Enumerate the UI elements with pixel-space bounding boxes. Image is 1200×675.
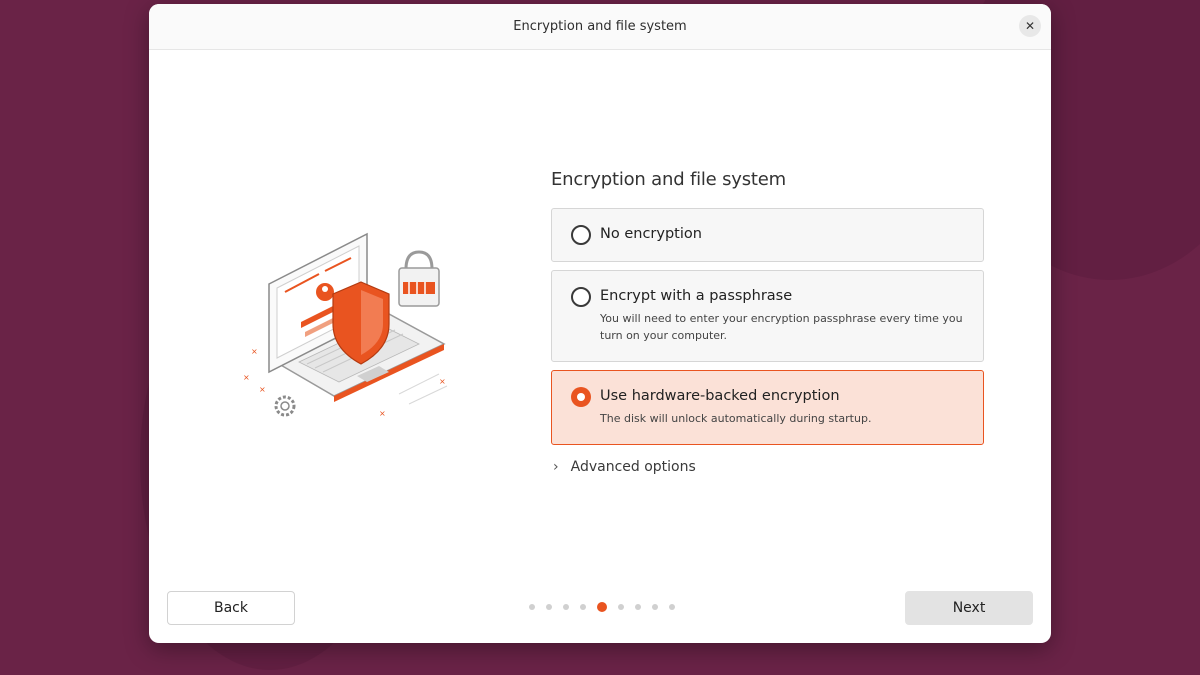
progress-dot [529, 604, 535, 610]
back-button[interactable]: Back [167, 591, 295, 625]
page-heading: Encryption and file system [551, 169, 786, 190]
radio-button[interactable] [571, 287, 591, 307]
progress-dot [635, 604, 641, 610]
option-label: Encrypt with a passphrase [600, 288, 793, 304]
option-label: No encryption [600, 226, 702, 242]
svg-text:×: × [439, 377, 446, 386]
progress-indicator [529, 602, 675, 612]
window-title: Encryption and file system [513, 19, 687, 34]
progress-dot-current [597, 602, 607, 612]
close-button[interactable]: ✕ [1019, 15, 1041, 37]
progress-dot [618, 604, 624, 610]
svg-text:×: × [243, 373, 250, 382]
advanced-options-expander[interactable]: › Advanced options [553, 459, 984, 475]
option-no-encryption[interactable]: No encryption [551, 208, 984, 262]
option-label: Use hardware-backed encryption [600, 388, 840, 404]
progress-dot [563, 604, 569, 610]
encryption-illustration: × × × × × [243, 232, 448, 418]
svg-text:×: × [259, 385, 266, 394]
titlebar: Encryption and file system ✕ [149, 4, 1051, 50]
close-icon: ✕ [1024, 19, 1036, 33]
option-description: You will need to enter your encryption p… [600, 312, 963, 342]
advanced-options-label: Advanced options [570, 459, 696, 475]
option-hardware-backed-encryption[interactable]: Use hardware-backed encryption The disk … [551, 370, 984, 445]
svg-text:×: × [379, 409, 386, 418]
progress-dot [652, 604, 658, 610]
chevron-right-icon: › [553, 459, 559, 475]
progress-dot [669, 604, 675, 610]
next-button[interactable]: Next [905, 591, 1033, 625]
encryption-options-panel: Encryption and file system No encryption… [551, 169, 984, 475]
progress-dot [546, 604, 552, 610]
installer-window: Encryption and file system ✕ × × × × × E… [149, 4, 1051, 643]
option-description: The disk will unlock automatically durin… [600, 412, 872, 425]
progress-dot [580, 604, 586, 610]
option-encrypt-passphrase[interactable]: Encrypt with a passphrase You will need … [551, 270, 984, 362]
radio-button-selected[interactable] [571, 387, 591, 407]
radio-button[interactable] [571, 225, 591, 245]
svg-text:×: × [251, 347, 258, 356]
